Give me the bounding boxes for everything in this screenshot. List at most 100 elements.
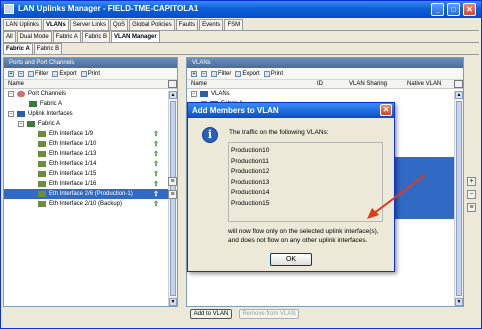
main-tab-bar: LAN Uplinks VLANs Server Links QoS Globa…: [3, 19, 244, 30]
dialog-footer-line: and does not flow on any other uplink in…: [228, 237, 368, 244]
expand-all-icon[interactable]: +: [191, 70, 197, 77]
export-label: Export: [242, 70, 260, 77]
fabric-icon: [27, 121, 35, 127]
scroll-up-icon[interactable]: ▲: [169, 91, 177, 99]
tree-row-vlans[interactable]: − VLANs: [187, 89, 463, 99]
lan-uplinks-manager-window: LAN Uplinks Manager - FIELD-TME-CAPITOLA…: [0, 0, 482, 329]
tab-vlan-manager[interactable]: VLAN Manager: [111, 31, 160, 42]
tree-label: Uplink Interfaces: [28, 111, 73, 117]
export-icon: [52, 70, 59, 77]
tree-row-uplink-interfaces[interactable]: − Uplink Interfaces: [4, 109, 177, 119]
minimize-button[interactable]: _: [431, 3, 444, 16]
fabric-tab-bar: Fabric A Fabric B: [3, 43, 63, 54]
tab-fsm[interactable]: FSM: [224, 19, 244, 30]
ports-column-header: Name: [4, 80, 177, 89]
tab-divider: [3, 42, 479, 43]
column-name[interactable]: Name: [191, 80, 207, 89]
tab-events[interactable]: Events: [199, 19, 224, 30]
collapse-all-icon[interactable]: −: [201, 70, 207, 77]
tab-fabric-a[interactable]: Fabric A: [52, 31, 81, 42]
print-label: Print: [87, 70, 101, 77]
tab-global-policies[interactable]: Global Policies: [129, 19, 175, 30]
sub-tab-bar: All Dual Mode Fabric A Fabric B VLAN Man…: [3, 31, 160, 42]
tree-row-eth-interface[interactable]: Eth Interface 1/9 ⇧: [4, 129, 177, 139]
ports-panel: Ports and Port Channels + − Filter Expor…: [3, 57, 178, 307]
collapse-icon[interactable]: −: [8, 91, 14, 97]
tab-fabric-a-manager[interactable]: Fabric A: [3, 43, 33, 54]
export-label: Export: [59, 70, 77, 77]
tree-row-eth-interface[interactable]: Eth Interface 1/14 ⇧: [4, 159, 177, 169]
eth-interface-icon: [38, 201, 46, 207]
tree-row-fabric-a-uplinks[interactable]: − Fabric A: [4, 119, 177, 129]
remove-icon[interactable]: −: [467, 190, 476, 199]
vlans-scrollbar[interactable]: ▲ ▼: [454, 91, 463, 306]
tab-divider: [3, 54, 479, 55]
tree-row-eth-interface[interactable]: Eth Interface 1/16 ⇧: [4, 179, 177, 189]
add-to-vlan-button[interactable]: Add to VLAN: [190, 309, 232, 319]
column-id[interactable]: ID: [317, 80, 323, 89]
vlans-panel-header: VLANs: [187, 58, 463, 68]
filter-button[interactable]: Filter: [28, 70, 48, 77]
column-config-icon[interactable]: [454, 80, 463, 88]
column-config-icon[interactable]: [168, 80, 177, 88]
scroll-down-icon[interactable]: ▼: [169, 298, 177, 306]
collapse-icon[interactable]: −: [8, 111, 14, 117]
window-title: LAN Uplinks Manager - FIELD-TME-CAPITOLA…: [18, 4, 199, 13]
collapse-icon[interactable]: −: [191, 91, 197, 97]
tab-faults[interactable]: Faults: [175, 19, 199, 30]
tree-label: Eth Interface 1/10: [49, 141, 97, 147]
ok-button[interactable]: OK: [270, 253, 312, 266]
scroll-thumb[interactable]: [456, 101, 462, 296]
collapse-all-icon[interactable]: −: [18, 70, 24, 77]
tree-row-eth-interface[interactable]: Eth Interface 2/10 (Backup) ⇧: [4, 199, 177, 209]
vlans-icon: [200, 91, 208, 97]
column-native-vlan[interactable]: Native VLAN: [407, 80, 441, 89]
tree-label: Fabric A: [40, 101, 63, 107]
column-vlan-sharing[interactable]: VLAN Sharing: [349, 80, 387, 89]
properties-icon[interactable]: ≡: [168, 190, 177, 199]
tab-all[interactable]: All: [3, 31, 16, 42]
info-icon: i: [202, 127, 218, 143]
tab-qos[interactable]: QoS: [110, 19, 129, 30]
export-button[interactable]: Export: [235, 70, 260, 77]
add-icon[interactable]: +: [467, 177, 476, 186]
tab-lan-uplinks[interactable]: LAN Uplinks: [3, 19, 43, 30]
dialog-title-bar: Add Members to VLAN ✕: [188, 103, 394, 118]
print-label: Print: [270, 70, 284, 77]
tree-row-port-channels[interactable]: − Port Channels: [4, 89, 177, 99]
export-button[interactable]: Export: [52, 70, 77, 77]
move-button-icon[interactable]: ≡: [168, 177, 177, 186]
expand-all-icon[interactable]: +: [8, 70, 14, 77]
maximize-button[interactable]: □: [447, 3, 460, 16]
tree-row-eth-interface[interactable]: Eth Interface 1/15 ⇧: [4, 169, 177, 179]
tab-dual-mode[interactable]: Dual Mode: [16, 31, 52, 42]
tab-server-links[interactable]: Server Links: [69, 19, 110, 30]
vlan-list-item: Production14: [231, 189, 270, 196]
remove-from-vlan-button[interactable]: Remove from VLAN: [239, 309, 299, 319]
tab-fabric-b-manager[interactable]: Fabric B: [33, 43, 63, 54]
close-button[interactable]: ✕: [463, 3, 476, 16]
column-name[interactable]: Name: [8, 80, 24, 89]
ports-toolbar: + − Filter Export Print: [4, 68, 177, 80]
vlan-list-item: Production12: [231, 168, 270, 175]
filter-button[interactable]: Filter: [211, 70, 232, 77]
collapse-icon[interactable]: −: [18, 121, 24, 127]
tree-row-eth-interface[interactable]: Eth Interface 1/13 ⇧: [4, 149, 177, 159]
tree-label: VLANs: [211, 91, 230, 97]
scroll-down-icon[interactable]: ▼: [455, 298, 463, 306]
scroll-up-icon[interactable]: ▲: [455, 91, 463, 99]
tree-row-eth-interface-selected[interactable]: Eth Interface 2/6 (Production-1) ⇧: [4, 189, 177, 199]
tree-row-fabric-a[interactable]: Fabric A: [4, 99, 177, 109]
title-bar: LAN Uplinks Manager - FIELD-TME-CAPITOLA…: [1, 1, 481, 18]
print-icon: [263, 70, 270, 77]
properties-icon[interactable]: ≡: [467, 203, 476, 212]
print-button[interactable]: Print: [80, 70, 101, 77]
tree-label: Eth Interface 1/9: [49, 131, 94, 137]
dialog-close-button[interactable]: ✕: [380, 104, 392, 116]
tab-fabric-b[interactable]: Fabric B: [81, 31, 111, 42]
print-button[interactable]: Print: [263, 70, 284, 77]
filter-label: Filter: [218, 70, 232, 77]
tab-vlans[interactable]: VLANs: [43, 19, 69, 30]
dialog-footer-line: will now flow only on the selected uplin…: [228, 228, 379, 235]
tree-row-eth-interface[interactable]: Eth Interface 1/10 ⇧: [4, 139, 177, 149]
